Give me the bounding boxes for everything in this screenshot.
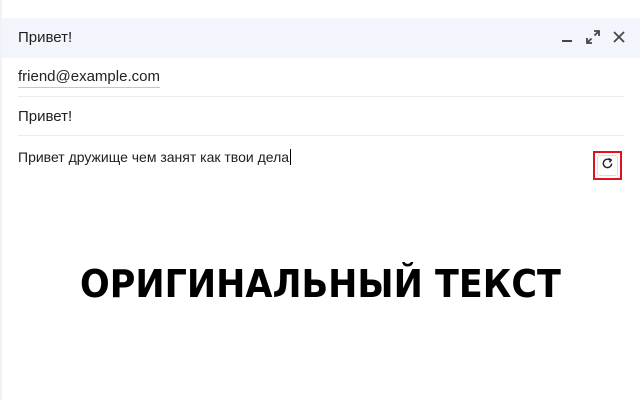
- window-controls: [558, 28, 628, 46]
- subject-input[interactable]: Привет!: [18, 108, 72, 125]
- text-caret: [290, 149, 292, 165]
- compose-title: Привет!: [18, 29, 73, 46]
- subject-field[interactable]: Привет!: [18, 97, 624, 136]
- message-body[interactable]: Привет дружище чем занят как твои дела: [18, 136, 624, 382]
- expand-icon[interactable]: [584, 28, 602, 46]
- rewrite-button-inner: [597, 155, 618, 176]
- window-edge: [0, 0, 2, 400]
- message-body-text[interactable]: Привет дружище чем занят как твои дела: [18, 149, 292, 165]
- minimize-icon[interactable]: [558, 28, 576, 46]
- compose-window: Привет! friend@example.com Привет! Приве…: [0, 0, 640, 400]
- overlay-caption: ОРИГИНАЛЬНЫЙ ТЕКСТ: [80, 262, 561, 306]
- refresh-icon: [601, 157, 614, 175]
- rewrite-button[interactable]: [593, 151, 622, 180]
- to-field[interactable]: friend@example.com: [18, 58, 624, 97]
- recipient-chip[interactable]: friend@example.com: [18, 68, 160, 88]
- close-icon[interactable]: [610, 28, 628, 46]
- message-text: Привет дружище чем занят как твои дела: [18, 149, 290, 165]
- compose-titlebar[interactable]: Привет!: [2, 18, 640, 58]
